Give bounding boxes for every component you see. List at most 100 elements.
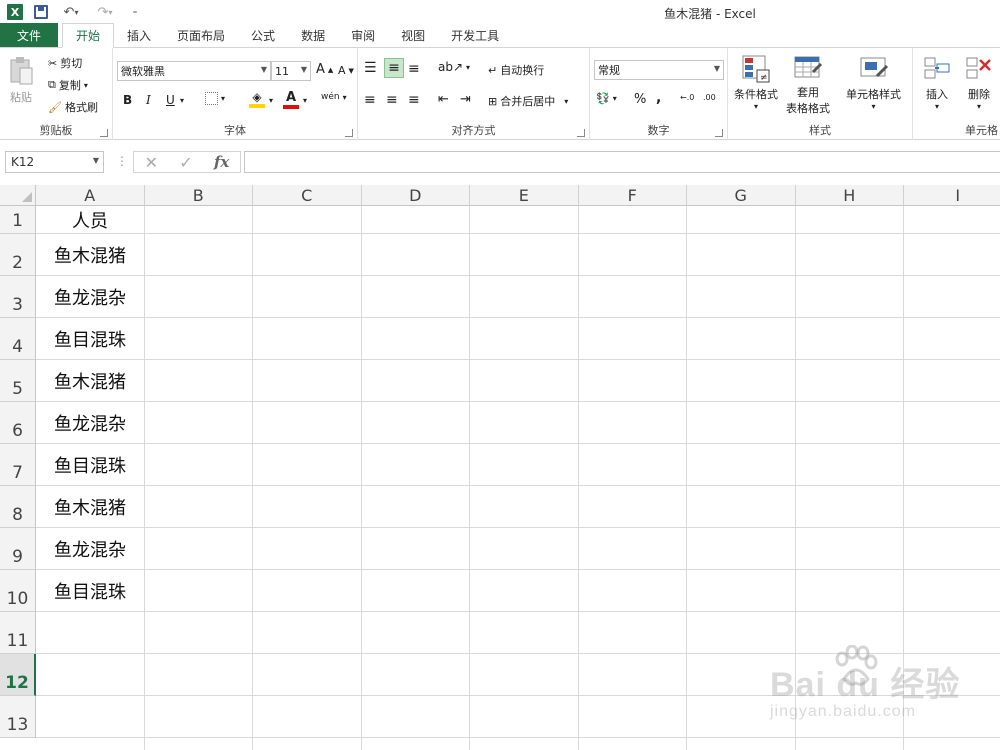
underline-dropdown[interactable]: ▾ [180,96,184,105]
column-header-b[interactable]: B [144,185,253,206]
enter-icon[interactable]: ✓ [179,153,192,172]
wrap-text-button[interactable]: ↵ 自动换行 [488,62,544,78]
conditional-formatting-button[interactable]: ≠ 条件格式 ▾ [734,54,778,111]
tab-developer[interactable]: 开发工具 [438,23,512,47]
fill-color-button[interactable]: ◈ [249,90,265,108]
font-launcher-icon[interactable] [345,129,353,137]
number-launcher-icon[interactable] [715,129,723,137]
copy-button[interactable]: ⧉ 复制 ▾ [48,77,88,93]
cancel-icon[interactable]: ✕ [145,153,158,172]
row-header-11[interactable]: 11 [0,612,36,654]
row-header-2[interactable]: 2 [0,234,36,276]
tab-view[interactable]: 视图 [388,23,438,47]
alignment-launcher-icon[interactable] [577,129,585,137]
underline-button[interactable]: U [166,93,175,107]
align-top-button[interactable]: ☰ [364,60,377,76]
formula-input[interactable] [244,151,1000,173]
row-header-12[interactable]: 12 [0,654,36,696]
column-header-d[interactable]: D [361,185,470,206]
decrease-decimal-button[interactable]: .00 [703,93,716,102]
cell-a8[interactable]: 鱼木混猪 [36,486,144,528]
cell-a4[interactable]: 鱼目混珠 [36,318,144,360]
tab-insert[interactable]: 插入 [114,23,164,47]
orientation-button[interactable]: ab↗ ▾ [438,60,470,74]
row-header-5[interactable]: 5 [0,360,36,402]
column-header-i[interactable]: I [904,185,1000,206]
tab-page-layout[interactable]: 页面布局 [164,23,238,47]
clipboard-launcher-icon[interactable] [100,129,108,137]
row-header-3[interactable]: 3 [0,276,36,318]
cell-a5[interactable]: 鱼木混猪 [36,360,144,402]
insert-cells-button[interactable]: 插入 ▾ [923,54,951,111]
decrease-indent-button[interactable]: ⇤ [438,92,449,107]
accounting-format-button[interactable]: 💱 ▾ [596,92,617,105]
row-header-13[interactable]: 13 [0,696,36,738]
align-middle-button[interactable]: ≡ [384,58,404,78]
tab-review[interactable]: 审阅 [338,23,388,47]
row-header-4[interactable]: 4 [0,318,36,360]
row-header-6[interactable]: 6 [0,402,36,444]
comma-button[interactable]: , [656,90,661,106]
name-box[interactable]: K12 ▼ [5,151,104,173]
column-header-e[interactable]: E [470,185,579,206]
percent-button[interactable]: % [634,92,646,107]
shrink-font-button[interactable]: A ▼ [338,64,354,77]
font-name-select[interactable]: 微软雅黑 ▼ [117,61,271,81]
row-header-9[interactable]: 9 [0,528,36,570]
bold-button[interactable]: B [123,93,132,107]
align-left-button[interactable]: ≡ [364,92,376,108]
phonetic-button[interactable]: wén ▾ [321,92,347,102]
merge-icon: ⊞ [488,94,498,108]
font-color-button[interactable]: A [283,90,299,109]
excel-logo-icon[interactable]: X [4,2,26,22]
cut-button[interactable]: ✂ 剪切 [48,55,82,71]
increase-decimal-button[interactable]: ←.0 [680,93,694,102]
format-as-table-button[interactable]: 套用 表格格式 [786,54,830,116]
italic-button[interactable]: I [146,93,151,107]
align-right-button[interactable]: ≡ [408,92,420,108]
fill-color-dropdown[interactable]: ▾ [269,96,273,105]
font-size-select[interactable]: 11 ▼ [271,61,311,81]
column-header-f[interactable]: F [578,185,687,206]
tab-file[interactable]: 文件 [0,23,58,47]
select-all-button[interactable] [0,185,36,206]
increase-indent-button[interactable]: ⇥ [460,92,471,107]
cell-styles-button[interactable]: 单元格样式 ▾ [846,54,901,111]
redo-icon[interactable]: ↷ ▾ [90,2,120,22]
merge-center-button[interactable]: ⊞ 合并后居中 ▾ [488,93,568,109]
column-header-g[interactable]: G [687,185,796,206]
align-center-button[interactable]: ≡ [386,92,398,108]
borders-button[interactable]: ▾ [205,92,225,105]
cell-a2[interactable]: 鱼木混猪 [36,234,144,276]
cell-a10[interactable]: 鱼目混珠 [36,570,144,612]
customize-qat-icon[interactable]: ₌ [124,2,146,22]
column-header-a[interactable]: A [36,185,145,206]
tab-formulas[interactable]: 公式 [238,23,288,47]
row-header-1[interactable]: 1 [0,206,36,234]
align-bottom-button[interactable]: ≡ [408,61,420,77]
save-icon[interactable] [30,2,52,22]
column-header-h[interactable]: H [795,185,904,206]
formula-bar-grip[interactable]: ⋮ [116,154,128,168]
row-header-7[interactable]: 7 [0,444,36,486]
insert-function-icon[interactable]: fx [214,153,229,171]
cell-a6[interactable]: 鱼龙混杂 [36,402,144,444]
number-format-select[interactable]: 常规 ▼ [594,60,724,80]
row-header-8[interactable]: 8 [0,486,36,528]
grow-font-button[interactable]: A ▲ [316,62,333,77]
cell-a7[interactable]: 鱼目混珠 [36,444,144,486]
cells-group: 插入 ▾ 删除 ▾ 单元格 [913,48,1000,140]
paste-button[interactable]: 粘贴 [8,56,34,105]
undo-icon[interactable]: ↶ ▾ [56,2,86,22]
column-header-c[interactable]: C [253,185,362,206]
delete-cells-button[interactable]: 删除 ▾ [965,54,993,111]
cell-a9[interactable]: 鱼龙混杂 [36,528,144,570]
cell-a1[interactable]: 人员 [36,206,144,234]
cell-a3[interactable]: 鱼龙混杂 [36,276,144,318]
format-painter-button[interactable]: 🖌 格式刷 [48,99,98,115]
tab-home[interactable]: 开始 [62,23,115,48]
font-color-dropdown[interactable]: ▾ [303,96,307,105]
tab-data[interactable]: 数据 [288,23,338,47]
grid-column-line [360,206,362,750]
row-header-10[interactable]: 10 [0,570,36,612]
